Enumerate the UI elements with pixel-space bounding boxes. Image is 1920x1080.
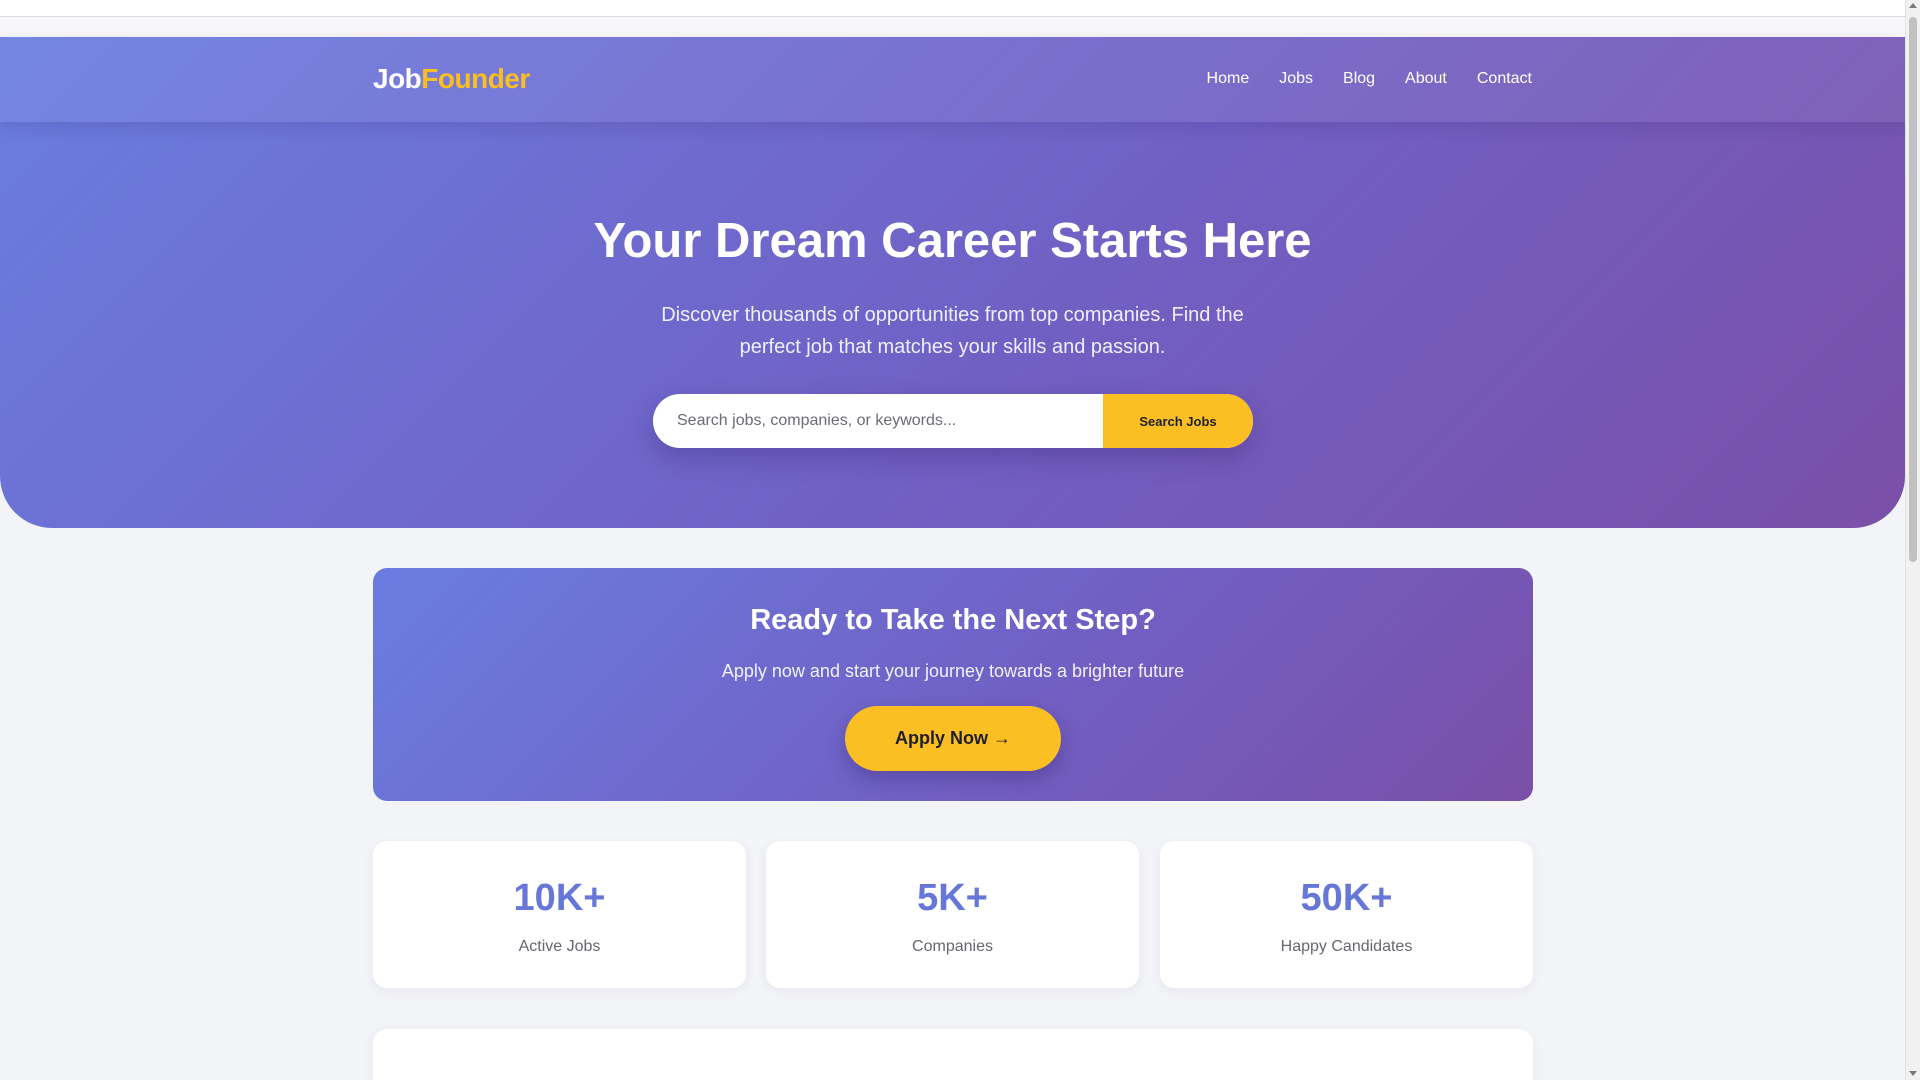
nav-link-jobs[interactable]: Jobs [1279, 70, 1313, 88]
stat-value: 50K+ [1300, 877, 1393, 919]
hero-title: Your Dream Career Starts Here [593, 214, 1312, 268]
stat-card-happy-candidates: 50K+ Happy Candidates [1160, 841, 1533, 988]
stat-card-companies: 5K+ Companies [766, 841, 1139, 988]
apply-now-button[interactable]: Apply Now → [845, 706, 1061, 771]
search-jobs-button[interactable]: Search Jobs [1103, 394, 1253, 448]
site-logo[interactable]: JobFounder [373, 63, 530, 95]
job-search-bar: Search Jobs [653, 394, 1253, 448]
nav-link-about[interactable]: About [1405, 70, 1447, 88]
main-nav: Home Jobs Blog About Contact [1207, 70, 1532, 88]
scroll-up-arrow-icon[interactable] [1909, 3, 1917, 8]
search-input[interactable] [653, 394, 1104, 448]
cta-banner: Ready to Take the Next Step? Apply now a… [373, 568, 1533, 801]
nav-link-contact[interactable]: Contact [1477, 70, 1532, 88]
cta-title: Ready to Take the Next Step? [750, 604, 1156, 636]
navbar: JobFounder Home Jobs Blog About Contact [0, 37, 1905, 122]
content-card [373, 1029, 1533, 1080]
stat-label: Companies [912, 938, 993, 955]
scrollbar-thumb[interactable] [1909, 17, 1917, 562]
nav-link-blog[interactable]: Blog [1343, 70, 1375, 88]
hero-section: JobFounder Home Jobs Blog About Contact … [0, 37, 1905, 528]
stat-value: 5K+ [917, 877, 988, 919]
nav-link-home[interactable]: Home [1207, 70, 1250, 88]
page-scrollbar[interactable] [1905, 0, 1920, 1080]
logo-part-job: Job [373, 63, 422, 94]
page-top-gap [0, 17, 1905, 37]
hero-subtitle: Discover thousands of opportunities from… [661, 304, 1244, 358]
stat-label: Happy Candidates [1280, 938, 1413, 955]
stat-value: 10K+ [513, 877, 606, 919]
stat-label: Active Jobs [518, 938, 601, 955]
stat-card-active-jobs: 10K+ Active Jobs [373, 841, 746, 988]
scroll-down-arrow-icon[interactable] [1909, 1071, 1917, 1076]
cta-subtitle: Apply now and start your journey towards… [721, 661, 1185, 681]
logo-part-founder: Founder [421, 63, 530, 94]
browser-top-strip [0, 0, 1920, 17]
